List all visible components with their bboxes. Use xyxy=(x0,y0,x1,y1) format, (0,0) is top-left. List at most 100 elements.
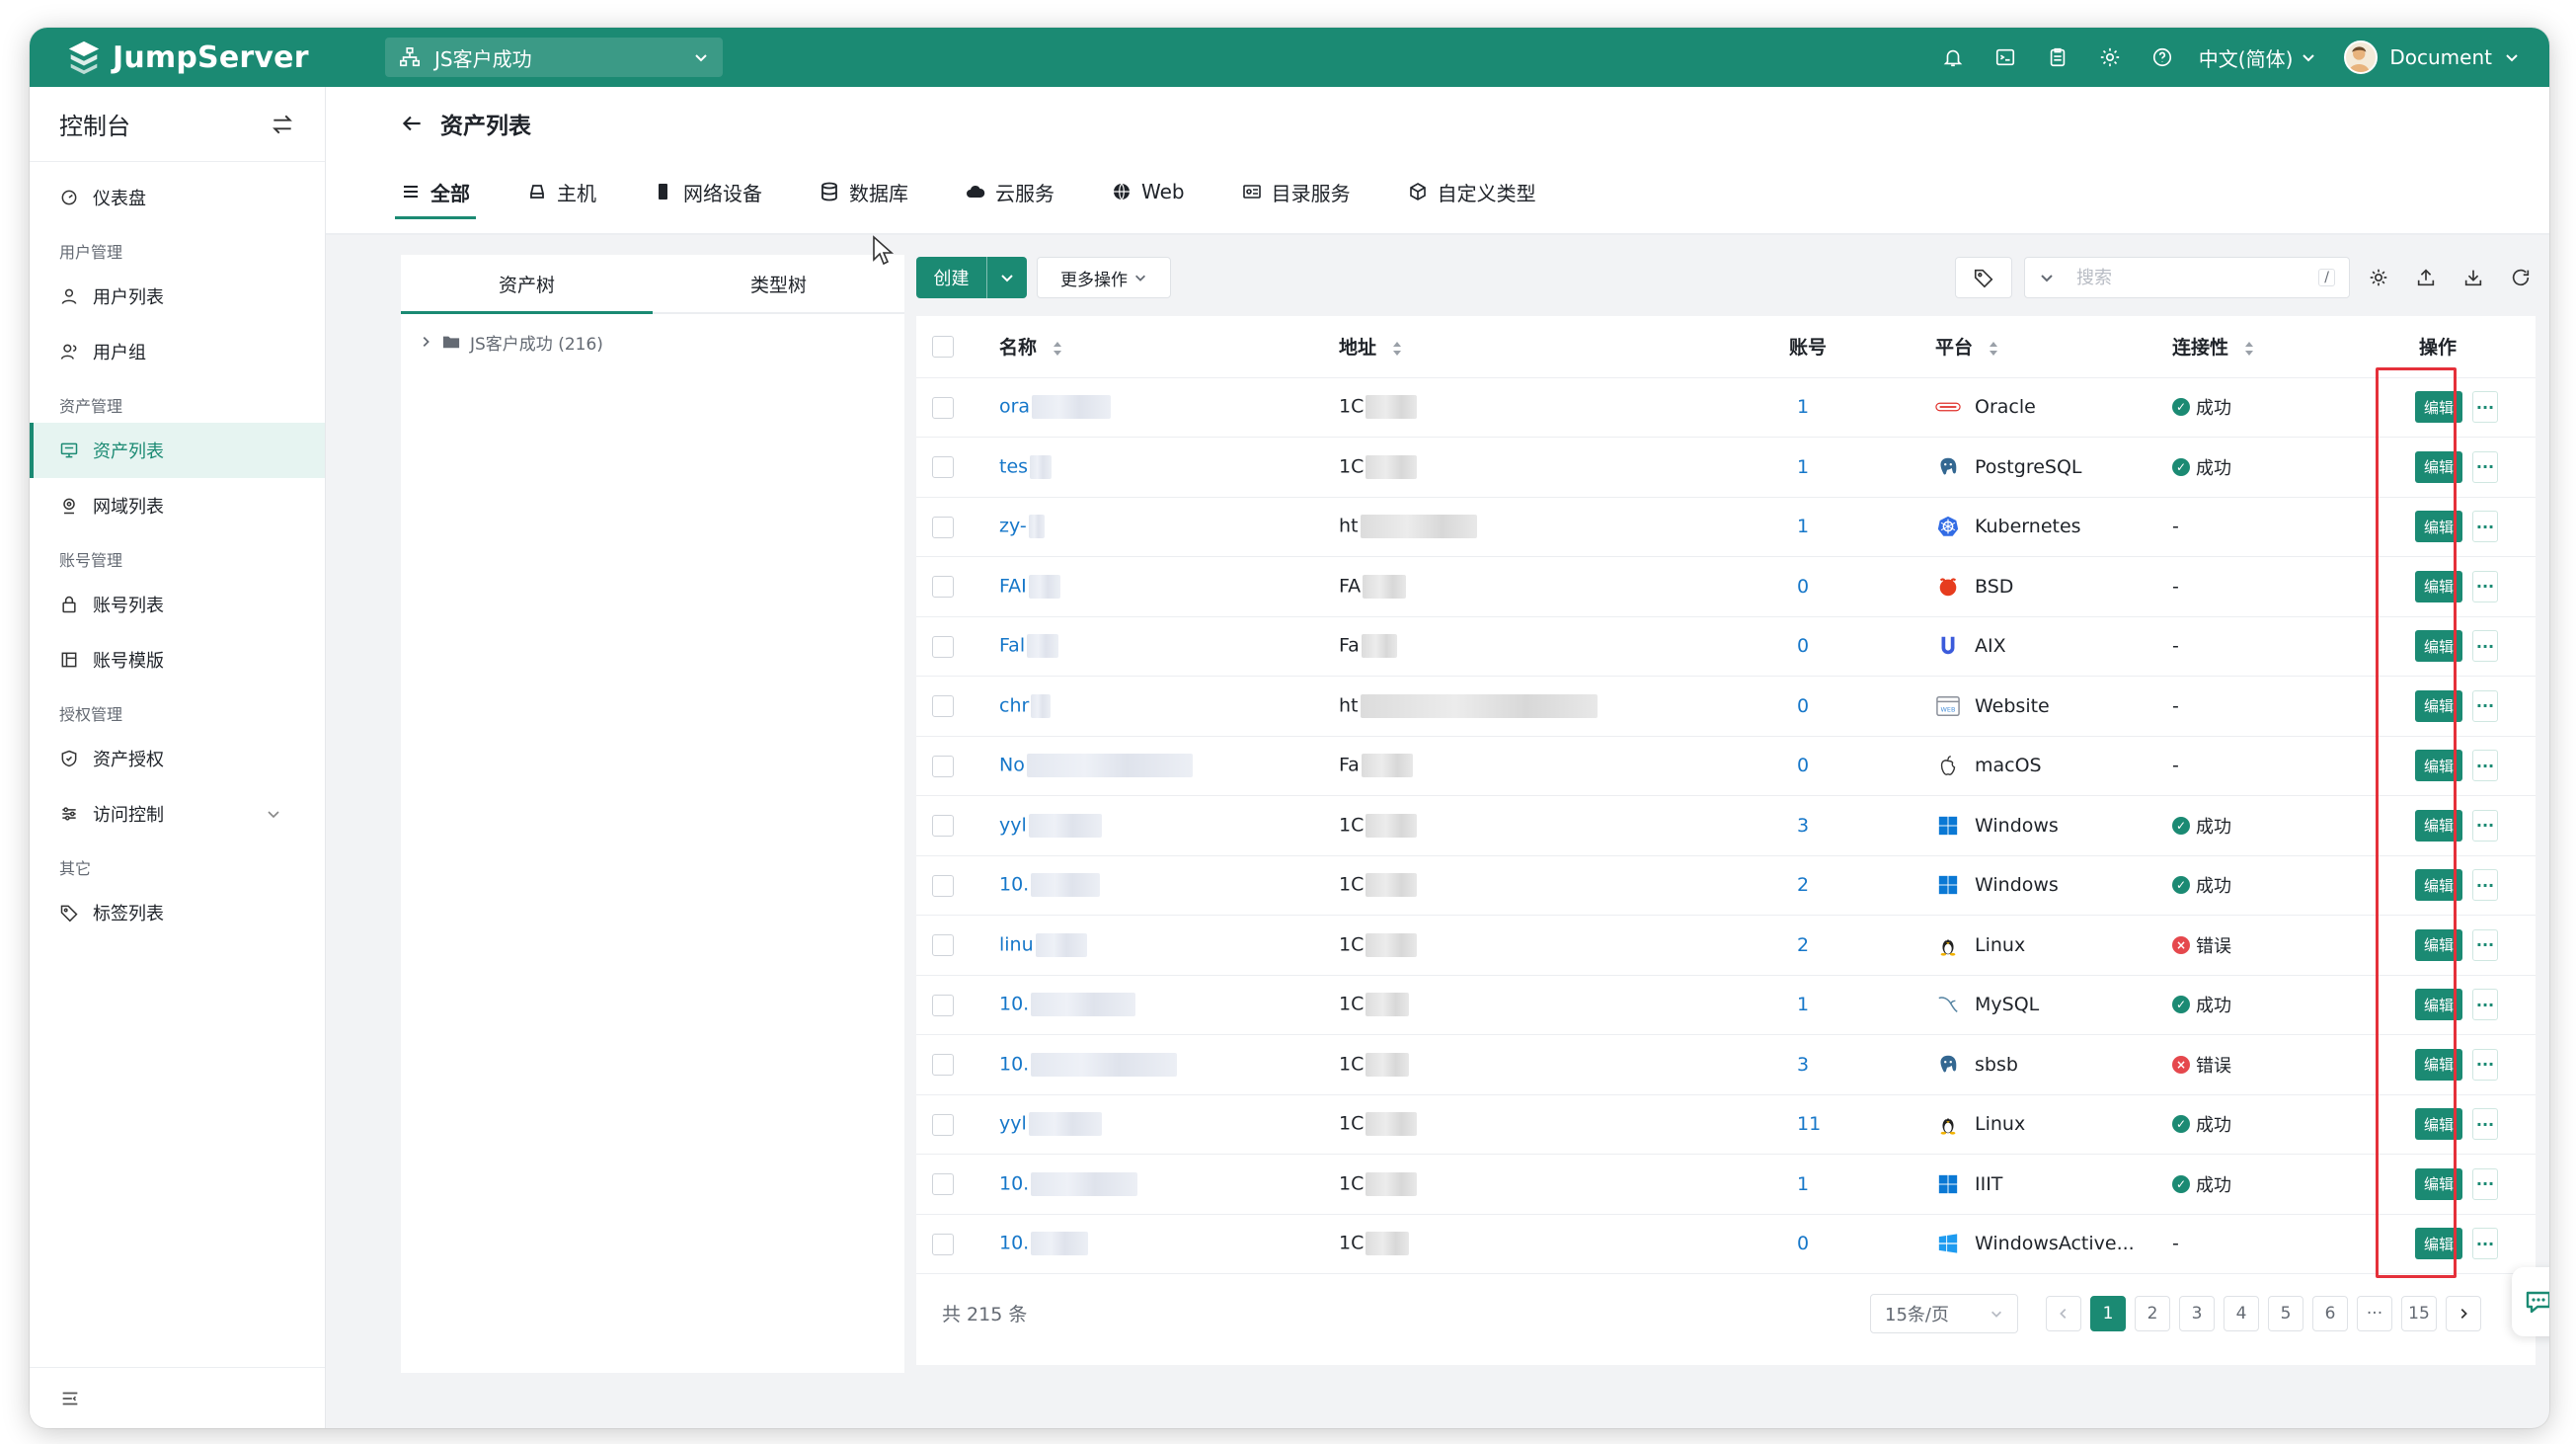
edit-button[interactable]: 编辑 xyxy=(2415,570,2462,602)
row-more-button[interactable]: ··· xyxy=(2472,1108,2498,1141)
edit-button[interactable]: 编辑 xyxy=(2415,391,2462,424)
row-checkbox[interactable] xyxy=(932,1233,954,1255)
edit-button[interactable]: 编辑 xyxy=(2415,989,2462,1021)
create-dropdown-button[interactable] xyxy=(987,257,1027,298)
account-count-link[interactable]: 2 xyxy=(1797,934,1809,956)
table-row[interactable]: zy- ht 1 Kubernetes - 编辑 ··· xyxy=(916,497,2536,557)
bell-icon[interactable] xyxy=(1940,44,1966,70)
page-button[interactable]: 5 xyxy=(2268,1296,2303,1331)
search-input[interactable] xyxy=(2076,267,2319,288)
column-header-name[interactable]: 名称 xyxy=(999,316,1339,378)
sidebar-item-account-template[interactable]: 账号模版 xyxy=(30,632,325,687)
page-button[interactable]: 15 xyxy=(2401,1296,2437,1331)
terminal-icon[interactable] xyxy=(1992,44,2018,70)
account-count-link[interactable]: 3 xyxy=(1797,1054,1809,1076)
edit-button[interactable]: 编辑 xyxy=(2415,511,2462,543)
sidebar-item-user-list[interactable]: 用户列表 xyxy=(30,269,325,324)
language-select[interactable]: 中文(简体) xyxy=(2199,43,2317,72)
table-row[interactable]: 10. 1C 2 Windows ✓ 成功 编辑 ··· xyxy=(916,855,2536,916)
row-more-button[interactable]: ··· xyxy=(2472,989,2498,1021)
asset-name-link[interactable]: 10. xyxy=(999,1233,1029,1254)
edit-button[interactable]: 编辑 xyxy=(2415,630,2462,663)
table-row[interactable]: linu 1C 2 Linux × 错误 编辑 ··· xyxy=(916,915,2536,976)
account-count-link[interactable]: 0 xyxy=(1797,635,1809,657)
edit-button[interactable]: 编辑 xyxy=(2415,750,2462,782)
page-button[interactable]: 3 xyxy=(2179,1296,2215,1331)
edit-button[interactable]: 编辑 xyxy=(2415,1108,2462,1141)
chevron-down-icon[interactable] xyxy=(2039,270,2055,285)
tab-cloud[interactable]: 云服务 xyxy=(966,168,1054,215)
table-row[interactable]: tes 1C 1 PostgreSQL ✓ 成功 编辑 ··· xyxy=(916,437,2536,498)
row-checkbox[interactable] xyxy=(932,1113,954,1136)
row-more-button[interactable]: ··· xyxy=(2472,391,2498,424)
row-more-button[interactable]: ··· xyxy=(2472,809,2498,842)
more-actions-button[interactable]: 更多操作 xyxy=(1037,257,1171,298)
sidebar-item-access-control[interactable]: 访问控制 xyxy=(30,786,325,842)
switch-view-icon[interactable] xyxy=(270,112,295,137)
asset-name-link[interactable]: 10. xyxy=(999,1172,1029,1194)
help-icon[interactable] xyxy=(2149,44,2175,70)
import-icon[interactable] xyxy=(2415,267,2437,288)
edit-button[interactable]: 编辑 xyxy=(2415,1228,2462,1260)
tab-directory-service[interactable]: 目录服务 xyxy=(1242,168,1351,215)
table-row[interactable]: yyl 1C 11 Linux ✓ 成功 编辑 ··· xyxy=(916,1094,2536,1155)
tree-node-root[interactable]: JS客户成功 (216) xyxy=(401,314,904,369)
table-row[interactable]: yyl 1C 3 Windows ✓ 成功 编辑 ··· xyxy=(916,795,2536,856)
back-arrow-icon[interactable] xyxy=(399,111,425,140)
table-row[interactable]: 10. 1C 3 sbsb × 错误 编辑 ··· xyxy=(916,1034,2536,1095)
account-count-link[interactable]: 0 xyxy=(1797,576,1809,598)
label-filter-button[interactable] xyxy=(1955,257,2012,298)
page-button[interactable]: 1 xyxy=(2090,1296,2126,1331)
account-count-link[interactable]: 1 xyxy=(1797,516,1809,537)
account-count-link[interactable]: 3 xyxy=(1797,815,1809,837)
tab-all[interactable]: 全部 xyxy=(395,168,476,219)
tab-type-tree[interactable]: 类型树 xyxy=(653,255,904,312)
account-count-link[interactable]: 1 xyxy=(1797,994,1809,1015)
asset-name-link[interactable]: 10. xyxy=(999,994,1029,1015)
asset-name-link[interactable]: yyl xyxy=(999,814,1027,836)
refresh-icon[interactable] xyxy=(2510,267,2532,288)
row-checkbox[interactable] xyxy=(932,755,954,777)
row-checkbox[interactable] xyxy=(932,1054,954,1076)
row-checkbox[interactable] xyxy=(932,815,954,837)
row-checkbox[interactable] xyxy=(932,396,954,419)
gear-icon[interactable] xyxy=(2097,44,2123,70)
user-menu[interactable]: Document xyxy=(2344,40,2520,74)
row-more-button[interactable]: ··· xyxy=(2472,869,2498,902)
page-button[interactable]: 4 xyxy=(2224,1296,2259,1331)
edit-button[interactable]: 编辑 xyxy=(2415,869,2462,902)
select-all-checkbox[interactable] xyxy=(932,336,954,358)
sidebar-item-asset-list[interactable]: 资产列表 xyxy=(30,423,325,478)
row-checkbox[interactable] xyxy=(932,994,954,1016)
account-count-link[interactable]: 1 xyxy=(1797,1173,1809,1195)
column-header-platform[interactable]: 平台 xyxy=(1935,316,2172,378)
page-size-select[interactable]: 15条/页 xyxy=(1870,1294,2018,1333)
edit-button[interactable]: 编辑 xyxy=(2415,928,2462,961)
row-checkbox[interactable] xyxy=(932,874,954,897)
table-row[interactable]: 10. 1C 1 IIIT ✓ 成功 编辑 ··· xyxy=(916,1154,2536,1215)
sidebar-item-account-list[interactable]: 账号列表 xyxy=(30,577,325,632)
brand-logo[interactable]: JumpServer xyxy=(65,39,361,76)
asset-name-link[interactable]: 10. xyxy=(999,874,1029,896)
table-row[interactable]: Fal Fa 0 AIX - 编辑 ··· xyxy=(916,616,2536,677)
tab-custom-type[interactable]: 自定义类型 xyxy=(1408,168,1536,215)
edit-button[interactable]: 编辑 xyxy=(2415,689,2462,722)
row-checkbox[interactable] xyxy=(932,516,954,538)
row-checkbox[interactable] xyxy=(932,635,954,658)
prev-page-button[interactable] xyxy=(2046,1296,2081,1331)
tab-asset-tree[interactable]: 资产树 xyxy=(401,255,653,314)
account-count-link[interactable]: 1 xyxy=(1797,456,1809,478)
table-row[interactable]: ora 1C 1 Oracle ✓ 成功 编辑 ··· xyxy=(916,377,2536,438)
asset-name-link[interactable]: ora xyxy=(999,396,1030,418)
page-button[interactable]: 2 xyxy=(2135,1296,2170,1331)
clipboard-icon[interactable] xyxy=(2045,44,2070,70)
asset-name-link[interactable]: FAI xyxy=(999,575,1027,597)
asset-name-link[interactable]: chr xyxy=(999,694,1029,716)
column-header-connectivity[interactable]: 连接性 xyxy=(2172,316,2374,378)
asset-name-link[interactable]: zy- xyxy=(999,516,1027,537)
account-count-link[interactable]: 2 xyxy=(1797,874,1809,896)
edit-button[interactable]: 编辑 xyxy=(2415,450,2462,483)
next-page-button[interactable] xyxy=(2446,1296,2481,1331)
asset-name-link[interactable]: linu xyxy=(999,933,1034,955)
row-more-button[interactable]: ··· xyxy=(2472,570,2498,602)
